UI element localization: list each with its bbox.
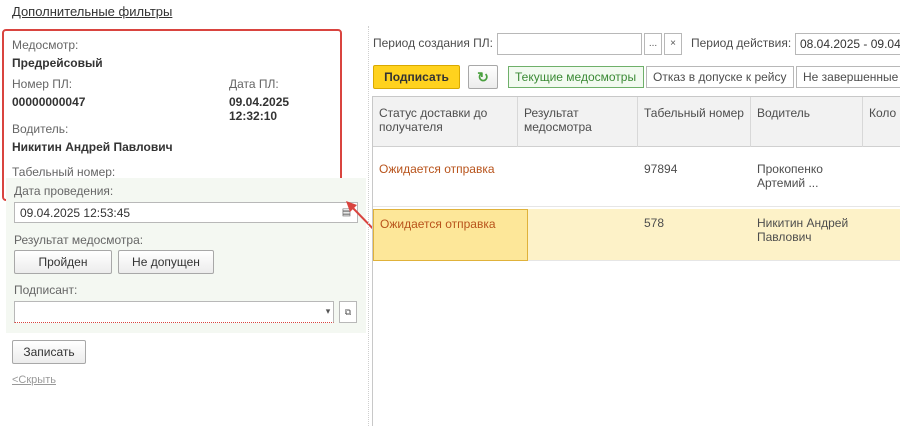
hide-link[interactable]: <Скрыть (12, 374, 56, 386)
period-select-button[interactable]: ... (644, 33, 662, 55)
panel-divider (368, 26, 369, 426)
driver-value: Никитин Андрей Павлович (12, 140, 173, 154)
column-tab-number[interactable]: Табельный номер (638, 97, 751, 147)
pl-number-value: 00000000047 (12, 95, 86, 109)
date-input[interactable]: 09.04.2025 12:53:45 ▤ (14, 202, 358, 223)
column-medcheck-result[interactable]: Результат медосмотра (518, 97, 638, 147)
signer-input[interactable] (14, 301, 334, 323)
period-valid-label: Период действия: (691, 36, 792, 50)
tab-not-completed[interactable]: Не завершенные (796, 66, 900, 88)
passed-button[interactable]: Пройден (14, 250, 112, 274)
medchecks-table: Статус доставки до получателя Результат … (372, 96, 900, 426)
pl-date-label: Дата ПЛ: (229, 77, 279, 91)
row-result (528, 209, 638, 261)
row-tab-number: 97894 (644, 162, 678, 176)
column-extra[interactable]: Коло (863, 97, 900, 147)
period-created-label: Период создания ПЛ: (373, 36, 494, 50)
refresh-icon[interactable]: ↻ (468, 65, 498, 89)
sign-button[interactable]: Подписать (373, 65, 460, 89)
signer-label: Подписант: (14, 283, 78, 297)
row-driver: Прокопенко Артемий ... (757, 162, 823, 190)
row-result (518, 155, 638, 207)
tab-admission-denied[interactable]: Отказ в допуске к рейсу (646, 66, 794, 88)
driver-label: Водитель: (12, 122, 69, 136)
tab-current-medchecks[interactable]: Текущие медосмотры (508, 66, 644, 88)
save-button[interactable]: Записать (12, 340, 86, 364)
period-clear-button[interactable]: × (664, 33, 682, 55)
column-delivery-status[interactable]: Статус доставки до получателя (373, 97, 518, 147)
chevron-down-icon[interactable]: ▾ (319, 301, 337, 323)
date-value: 09.04.2025 12:53:45 (20, 206, 131, 220)
period-valid-input[interactable]: 08.04.2025 - 09.04. (795, 33, 900, 55)
medcheck-type-label: Медосмотр: (12, 38, 79, 52)
medcheck-info-highlight: Медосмотр: Предрейсовый Номер ПЛ: 000000… (2, 29, 342, 201)
not-admitted-button[interactable]: Не допущен (118, 250, 214, 274)
row-driver: Никитин Андрей Павлович (757, 216, 849, 244)
tab-number-label: Табельный номер: (12, 165, 116, 179)
pl-number-label: Номер ПЛ: (12, 77, 73, 91)
row-tab-number: 578 (644, 216, 665, 230)
table-row-selected[interactable]: Ожидается отправка 578 Никитин Андрей Па… (373, 209, 900, 261)
period-created-input[interactable] (497, 33, 642, 55)
date-label: Дата проведения: (14, 184, 114, 198)
medcheck-type-value: Предрейсовый (12, 56, 103, 70)
table-header: Статус доставки до получателя Результат … (373, 97, 900, 147)
open-icon[interactable]: ⧉ (339, 301, 357, 323)
column-driver[interactable]: Водитель (751, 97, 863, 147)
pl-date-value: 09.04.2025 12:32:10 (229, 95, 290, 123)
table-row[interactable]: Ожидается отправка 97894 Прокопенко Арте… (373, 155, 900, 207)
result-label: Результат медосмотра: (14, 233, 144, 247)
row-status: Ожидается отправка (379, 162, 495, 176)
additional-filters-link[interactable]: Дополнительные фильтры (12, 4, 172, 19)
row-status: Ожидается отправка (373, 209, 528, 261)
